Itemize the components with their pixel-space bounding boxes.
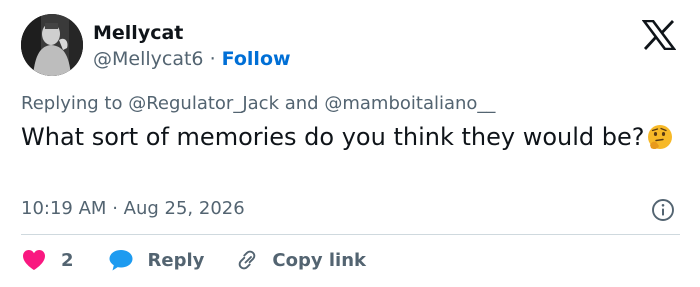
like-count: 2 (61, 249, 74, 271)
avatar-photo (21, 14, 83, 76)
reply-context: Replying to @Regulator_Jack and @mamboit… (21, 91, 495, 117)
tweet-date[interactable]: Aug 25, 2026 (124, 198, 245, 219)
copy-link-label: Copy link (272, 249, 366, 271)
author-line: @Mellycat6 · Follow (93, 46, 291, 72)
tweet-meta: 10:19 AM · Aug 25, 2026 (21, 196, 245, 222)
author-handle[interactable]: @Mellycat6 (93, 48, 204, 70)
x-logo-icon[interactable] (641, 19, 677, 51)
reply-prefix: Replying to (21, 93, 123, 114)
heart-icon (21, 248, 47, 272)
avatar[interactable] (21, 14, 83, 76)
info-icon[interactable] (651, 198, 675, 222)
copy-link-button[interactable]: Copy link (234, 248, 366, 272)
mention-mamboitaliano[interactable]: @mamboitaliano__ (324, 93, 495, 114)
link-icon (234, 248, 260, 272)
tweet-time[interactable]: 10:19 AM (21, 198, 106, 219)
action-bar: 2 Reply Copy link (21, 245, 366, 275)
author-name[interactable]: Mellycat (93, 20, 183, 46)
reply-button[interactable]: Reply (108, 248, 205, 272)
reply-conjunction: and (284, 93, 319, 114)
like-button[interactable]: 2 (21, 248, 74, 272)
divider (21, 234, 680, 235)
handle-separator: · (209, 48, 216, 70)
meta-separator: · (112, 198, 118, 219)
reply-label: Reply (147, 249, 205, 271)
thinking-face-emoji-icon (646, 123, 674, 151)
follow-button[interactable]: Follow (222, 48, 291, 70)
speech-bubble-icon (108, 248, 134, 272)
mention-regulator-jack[interactable]: @Regulator_Jack (128, 93, 279, 114)
tweet-body: What sort of memories do you think they … (21, 123, 645, 151)
tweet-text: What sort of memories do you think they … (21, 122, 681, 153)
